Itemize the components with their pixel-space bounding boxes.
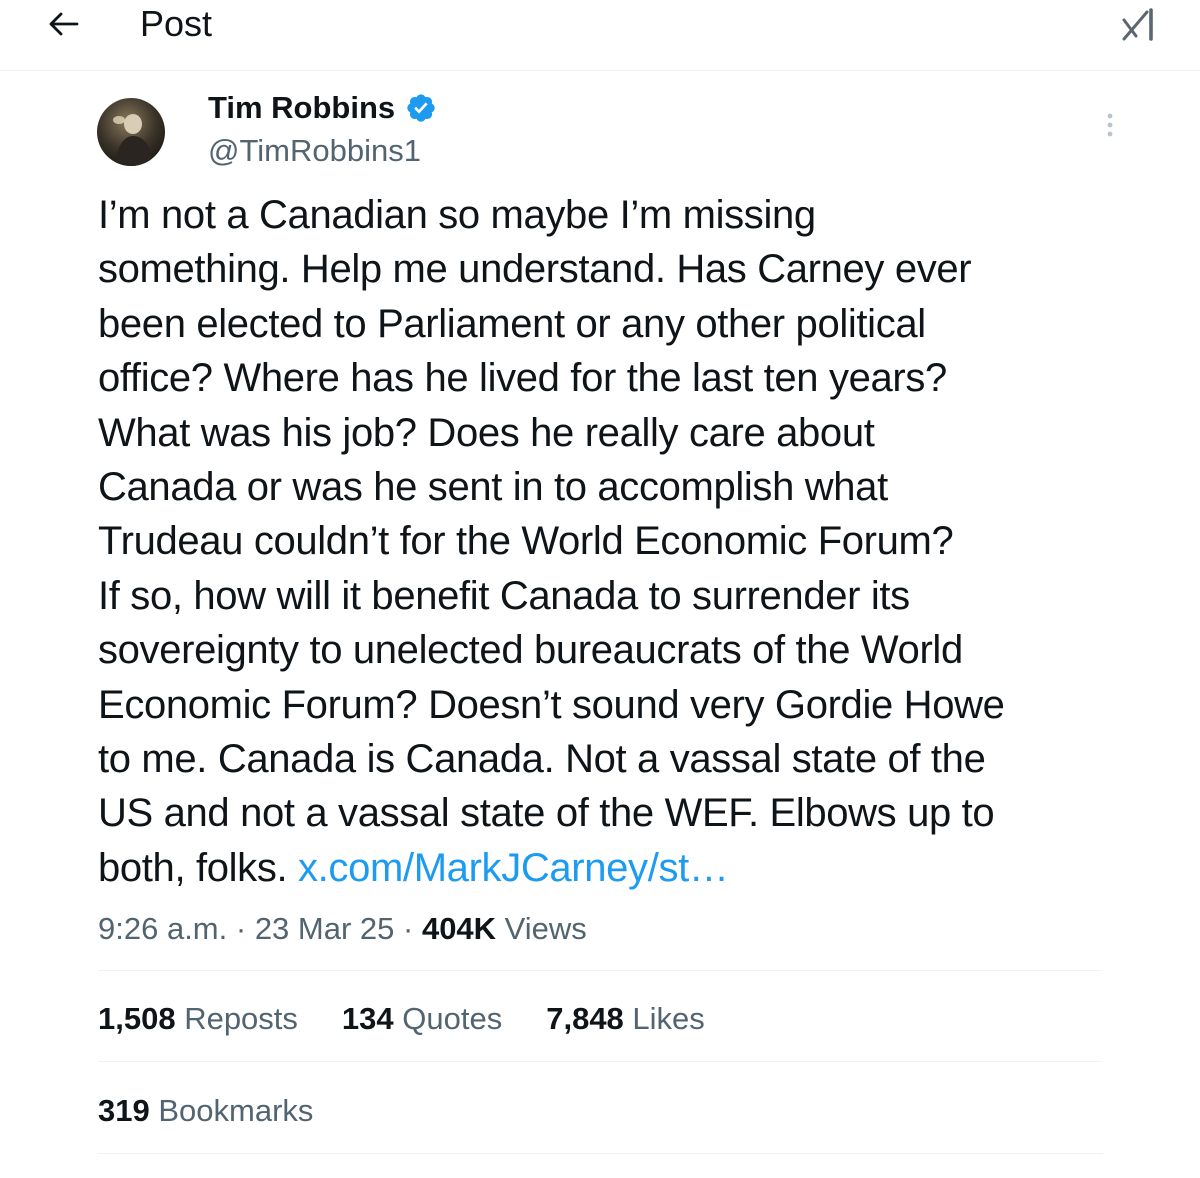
author-avatar[interactable] — [97, 98, 165, 166]
grok-button[interactable] — [1116, 2, 1160, 46]
divider — [98, 1153, 1103, 1154]
back-button[interactable] — [42, 2, 86, 46]
verified-badge-icon — [405, 92, 437, 124]
post-text-line: Canada or was he sent in to accomplish w… — [98, 465, 888, 510]
post-text-line: to me. Canada is Canada. Not a vassal st… — [98, 737, 986, 782]
divider — [98, 970, 1103, 971]
post-text-line-end: both, folks. — [98, 845, 299, 890]
post-link[interactable]: x.com/MarkJCarney/st… — [298, 846, 729, 890]
author-name[interactable]: Tim Robbins — [208, 88, 437, 128]
post-text-line: sovereignty to unelected bureaucrats of … — [98, 628, 963, 673]
bookmarks-stat[interactable]: 319 Bookmarks — [98, 1090, 313, 1132]
likes-count: 7,848 — [546, 1001, 624, 1036]
bookmarks-count: 319 — [98, 1093, 150, 1128]
divider — [98, 1061, 1103, 1062]
quotes-label: Quotes — [393, 1001, 503, 1036]
likes-label: Likes — [623, 1001, 705, 1036]
engagement-stats: 1,508 Reposts 134 Quotes 7,848 Likes — [98, 998, 749, 1040]
author-name-text: Tim Robbins — [208, 90, 396, 125]
post-page: Post Tim Robbins @TimRobbins1 I’m not a … — [0, 0, 1200, 1178]
quotes-count: 134 — [341, 1001, 394, 1036]
post-time[interactable]: 9:26 a.m. — [98, 911, 227, 946]
meta-separator: · — [394, 911, 422, 946]
reposts-label: Reposts — [175, 1001, 298, 1036]
reposts-count: 1,508 — [98, 1001, 176, 1036]
views-label: Views — [496, 911, 587, 946]
post-text-line: office? Where has he lived for the last … — [98, 356, 947, 401]
post-text-line: something. Help me understand. Has Carne… — [98, 247, 972, 292]
post-text-line: been elected to Parliament or any other … — [98, 301, 926, 346]
bookmarks-label: Bookmarks — [149, 1093, 314, 1128]
reposts-stat[interactable]: 1,508 Reposts — [98, 998, 298, 1040]
meta-separator: · — [227, 911, 255, 946]
post-text: I’m not a Canadian so maybe I’m missing … — [98, 188, 1108, 895]
more-options-button[interactable] — [1092, 110, 1128, 140]
post-text-line: What was his job? Does he really care ab… — [98, 410, 875, 455]
post-meta: 9:26 a.m. · 23 Mar 25 · 404K Views — [98, 908, 587, 950]
post-text-line: Trudeau couldn’t for the World Economic … — [98, 519, 954, 564]
likes-stat[interactable]: 7,848 Likes — [546, 998, 705, 1040]
quotes-stat[interactable]: 134 Quotes — [342, 998, 502, 1040]
views-count[interactable]: 404K — [422, 911, 496, 946]
top-bar: Post — [0, 0, 1200, 71]
arrow-left-icon — [49, 12, 79, 36]
post-text-line: Economic Forum? Doesn’t sound very Gordi… — [98, 682, 1005, 727]
post-text-last-line: both, folks. x.com/MarkJCarney/st… — [98, 841, 1108, 895]
post-text-line: If so, how will it benefit Canada to sur… — [98, 573, 910, 618]
post-date[interactable]: 23 Mar 25 — [255, 911, 395, 946]
page-title: Post — [140, 3, 213, 44]
post-text-line: I’m not a Canadian so maybe I’m missing — [98, 193, 816, 237]
grok-icon — [1122, 8, 1153, 41]
more-vertical-icon — [1107, 113, 1113, 137]
post-text-line: US and not a vassal state of the WEF. El… — [98, 791, 995, 836]
author-handle[interactable]: @TimRobbins1 — [208, 131, 421, 171]
avatar-image — [97, 98, 165, 166]
